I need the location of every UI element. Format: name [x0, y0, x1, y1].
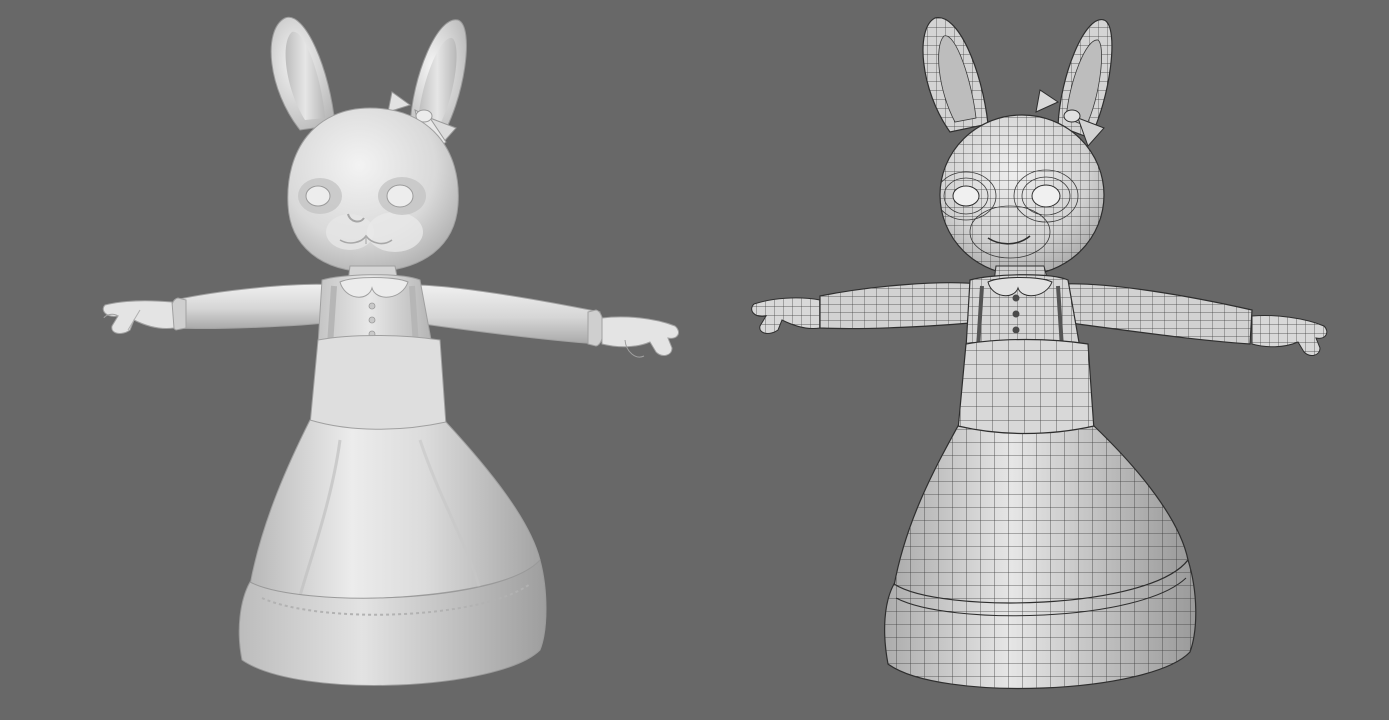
button-wire-icon [1012, 310, 1020, 318]
render-viewport [0, 0, 1389, 720]
button-wire-icon [1012, 294, 1020, 302]
eye-right-wire-icon [1031, 184, 1061, 208]
bodice-clay [317, 274, 433, 346]
button-icon [368, 302, 376, 310]
eye-right-icon [386, 184, 414, 208]
bodice-wire [965, 274, 1081, 349]
button-wire-icon [1012, 326, 1020, 334]
scene-canvas [0, 0, 1389, 720]
eye-left-icon [305, 185, 331, 207]
eye-left-wire-icon [952, 185, 980, 207]
button-icon [368, 316, 376, 324]
head-clay [287, 107, 459, 273]
